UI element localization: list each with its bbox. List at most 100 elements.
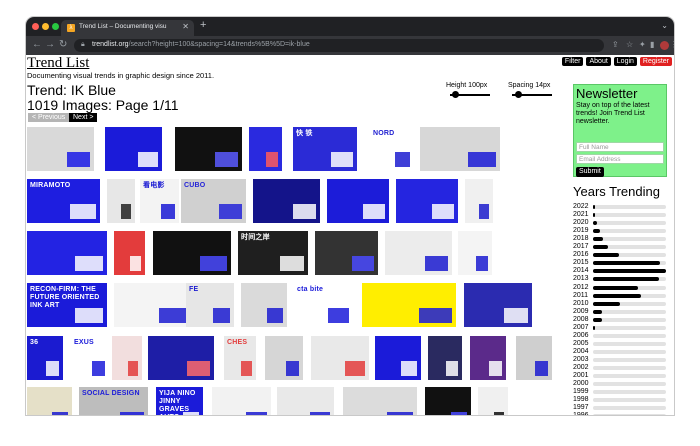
year-row[interactable]: 1997 — [573, 404, 669, 412]
back-arrow-icon[interactable]: ← — [32, 39, 42, 50]
gallery-thumbnail[interactable] — [114, 231, 145, 275]
gallery-thumbnail[interactable] — [249, 127, 282, 171]
year-row[interactable]: 2011 — [573, 292, 669, 300]
gallery-thumbnail[interactable]: 快 铁 — [293, 127, 357, 171]
gallery-thumbnail[interactable] — [27, 127, 94, 171]
avatar[interactable] — [660, 41, 669, 50]
year-row[interactable]: 2006 — [573, 332, 669, 340]
gallery-thumbnail[interactable]: 时间之岸 — [238, 231, 308, 275]
gallery-thumbnail[interactable]: 看电影 — [140, 179, 179, 223]
reload-icon[interactable]: ↻ — [59, 39, 67, 50]
gallery-thumbnail[interactable] — [343, 387, 417, 415]
close-icon[interactable]: ✕ — [182, 22, 189, 31]
height-slider[interactable] — [450, 91, 490, 98]
year-row[interactable]: 1998 — [573, 396, 669, 404]
forward-arrow-icon[interactable]: → — [45, 39, 55, 50]
gallery-thumbnail[interactable] — [311, 336, 369, 380]
gallery-thumbnail[interactable]: 36 — [27, 336, 63, 380]
gallery-thumbnail[interactable] — [425, 387, 471, 415]
gallery-thumbnail[interactable] — [428, 336, 462, 380]
sidebar-icon[interactable]: ▮ — [650, 40, 654, 49]
gallery-thumbnail[interactable] — [27, 387, 72, 415]
year-row[interactable]: 2010 — [573, 300, 669, 308]
spacing-slider-handle[interactable] — [515, 91, 523, 98]
year-row[interactable]: 2020 — [573, 219, 669, 227]
year-row[interactable]: 2000 — [573, 380, 669, 388]
gallery-thumbnail[interactable]: MIRAMOTO — [27, 179, 100, 223]
extensions-icon[interactable]: ✦ — [639, 40, 646, 49]
address-bar[interactable]: 🔒︎ trendlist.org/search?height=100&spaci… — [74, 39, 604, 52]
minimize-window-button[interactable] — [42, 23, 49, 30]
zoom-window-button[interactable] — [52, 23, 59, 30]
year-row[interactable]: 2012 — [573, 284, 669, 292]
gallery-thumbnail[interactable] — [458, 231, 492, 275]
year-row[interactable]: 2007 — [573, 324, 669, 332]
site-title[interactable]: Trend List — [27, 55, 89, 72]
gallery-thumbnail[interactable] — [241, 283, 287, 327]
gallery-thumbnail[interactable] — [114, 283, 190, 327]
full-name-field[interactable]: Full Name — [576, 142, 664, 152]
gallery-thumbnail[interactable] — [153, 231, 231, 275]
year-row[interactable]: 2013 — [573, 275, 669, 283]
email-field[interactable]: Email Address — [576, 154, 664, 164]
gallery-thumbnail[interactable]: YIJA NINO JINNY GRAVES AUTO — [156, 387, 203, 415]
gallery-thumbnail[interactable]: CHES — [224, 336, 256, 380]
gallery-thumbnail[interactable]: cta bite — [294, 283, 353, 327]
gallery-thumbnail[interactable]: SOCIAL DESIGN — [79, 387, 148, 415]
nav-button-about[interactable]: About — [586, 57, 611, 66]
nav-button-login[interactable]: Login — [613, 57, 637, 66]
year-row[interactable]: 2001 — [573, 372, 669, 380]
share-icon[interactable]: ⇪ — [612, 40, 619, 49]
year-row[interactable]: 2004 — [573, 348, 669, 356]
nav-button-register[interactable]: Register — [639, 57, 672, 66]
submit-button[interactable]: Submit — [576, 167, 604, 177]
gallery-thumbnail[interactable] — [465, 179, 493, 223]
gallery-thumbnail[interactable]: FE — [186, 283, 234, 327]
year-row[interactable]: 2003 — [573, 356, 669, 364]
gallery-thumbnail[interactable] — [107, 179, 135, 223]
gallery-thumbnail[interactable] — [315, 231, 378, 275]
year-row[interactable]: 2015 — [573, 259, 669, 267]
gallery-thumbnail[interactable] — [27, 231, 107, 275]
menu-icon[interactable]: ⋮ — [670, 40, 674, 49]
year-row[interactable]: 2018 — [573, 235, 669, 243]
gallery-thumbnail[interactable]: RECON-FIRM: THE FUTURE ORIENTED INK ART — [27, 283, 107, 327]
gallery-thumbnail[interactable] — [464, 283, 532, 327]
height-slider-handle[interactable] — [451, 91, 459, 98]
next-page-button[interactable]: Next > — [69, 113, 98, 122]
year-row[interactable]: 1996 — [573, 412, 669, 415]
year-row[interactable]: 2009 — [573, 308, 669, 316]
gallery-thumbnail[interactable] — [175, 127, 242, 171]
gallery-thumbnail[interactable] — [385, 231, 452, 275]
star-icon[interactable]: ☆ — [626, 40, 633, 49]
gallery-thumbnail[interactable] — [112, 336, 142, 380]
close-window-button[interactable] — [32, 23, 39, 30]
spacing-slider[interactable] — [512, 91, 552, 98]
year-row[interactable]: 2022 — [573, 203, 669, 211]
gallery-thumbnail[interactable] — [396, 179, 458, 223]
gallery-thumbnail[interactable] — [212, 387, 271, 415]
year-row[interactable]: 2014 — [573, 267, 669, 275]
nav-button-filter[interactable]: Filter — [561, 57, 584, 66]
gallery-thumbnail[interactable] — [375, 336, 421, 380]
year-row[interactable]: 2021 — [573, 211, 669, 219]
previous-page-button[interactable]: < Previous — [28, 113, 70, 122]
year-row[interactable]: 2002 — [573, 364, 669, 372]
gallery-thumbnail[interactable] — [420, 127, 500, 171]
year-row[interactable]: 2019 — [573, 227, 669, 235]
gallery-thumbnail[interactable]: NORD — [370, 127, 414, 171]
gallery-thumbnail[interactable] — [105, 127, 162, 171]
new-tab-button[interactable]: + — [200, 19, 206, 31]
year-row[interactable]: 2017 — [573, 243, 669, 251]
gallery-thumbnail[interactable] — [478, 387, 508, 415]
year-row[interactable]: 2016 — [573, 251, 669, 259]
gallery-thumbnail[interactable] — [148, 336, 214, 380]
gallery-thumbnail[interactable]: EXUS — [71, 336, 109, 380]
gallery-thumbnail[interactable] — [277, 387, 334, 415]
year-row[interactable]: 1999 — [573, 388, 669, 396]
gallery-thumbnail[interactable] — [253, 179, 320, 223]
gallery-thumbnail[interactable] — [362, 283, 456, 327]
browser-tab[interactable]: λ Trend List – Documenting visu ✕ — [61, 20, 194, 36]
gallery-thumbnail[interactable] — [470, 336, 506, 380]
gallery-thumbnail[interactable] — [265, 336, 303, 380]
